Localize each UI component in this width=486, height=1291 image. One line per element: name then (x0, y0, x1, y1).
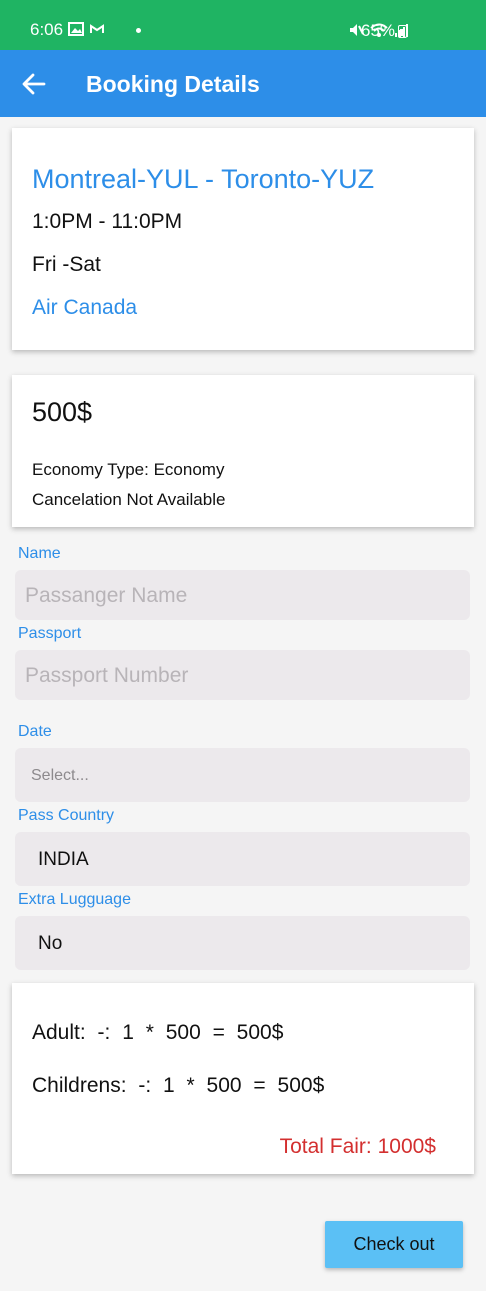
passenger-name-field[interactable]: Passanger Name (15, 570, 470, 620)
gallery-icon (68, 22, 84, 36)
flight-route: Montreal-YUL - Toronto-YUZ (32, 164, 375, 194)
gmail-icon (90, 24, 104, 33)
passport-number-placeholder: Passport Number (25, 664, 189, 687)
notification-dot (136, 28, 141, 33)
price-summary-card: Adult: -: 1 * 500 = 500$ Childrens: -: 1… (12, 983, 474, 1174)
battery-percent: 65% (361, 21, 396, 40)
date-select-placeholder: Select... (31, 767, 89, 784)
date-select[interactable]: Select... (15, 748, 470, 802)
flight-times: 1:0PM - 11:0PM (32, 210, 183, 233)
fare-price: 500$ (32, 397, 93, 427)
adult-fare-line: Adult: -: 1 * 500 = 500$ (32, 1021, 284, 1044)
page-title: Booking Details (86, 71, 260, 97)
back-arrow-icon[interactable] (20, 70, 48, 98)
fare-card: 500$ Economy Type: Economy Cancelation N… (12, 375, 474, 527)
battery-icon (398, 25, 407, 38)
passport-label: Passport (18, 625, 82, 642)
economy-type: Economy Type: Economy (32, 460, 225, 479)
extra-luggage-label: Extra Lugguage (18, 891, 131, 908)
extra-luggage-value: No (38, 933, 63, 954)
total-fare: Total Fair: 1000$ (279, 1135, 436, 1158)
pass-country-select[interactable]: INDIA (15, 832, 470, 886)
pass-country-label: Pass Country (18, 807, 115, 824)
checkout-button[interactable]: Check out (325, 1221, 463, 1268)
app-bar: Booking Details (0, 50, 486, 117)
airline-name: Air Canada (32, 296, 138, 319)
notification-icons (68, 22, 104, 36)
flight-card: Montreal-YUL - Toronto-YUZ 1:0PM - 11:0P… (12, 128, 474, 350)
cancellation-policy: Cancelation Not Available (32, 490, 226, 509)
passport-number-field[interactable]: Passport Number (15, 650, 470, 700)
date-label: Date (18, 723, 52, 740)
status-time: 6:06 (30, 20, 64, 39)
children-fare-line: Childrens: -: 1 * 500 = 500$ (32, 1074, 325, 1097)
name-label: Name (18, 545, 61, 562)
passenger-name-placeholder: Passanger Name (25, 584, 188, 607)
pass-country-value: INDIA (38, 849, 89, 870)
extra-luggage-select[interactable]: No (15, 916, 470, 970)
status-bar: 6:06 65% (0, 0, 486, 50)
flight-days: Fri -Sat (32, 253, 101, 276)
